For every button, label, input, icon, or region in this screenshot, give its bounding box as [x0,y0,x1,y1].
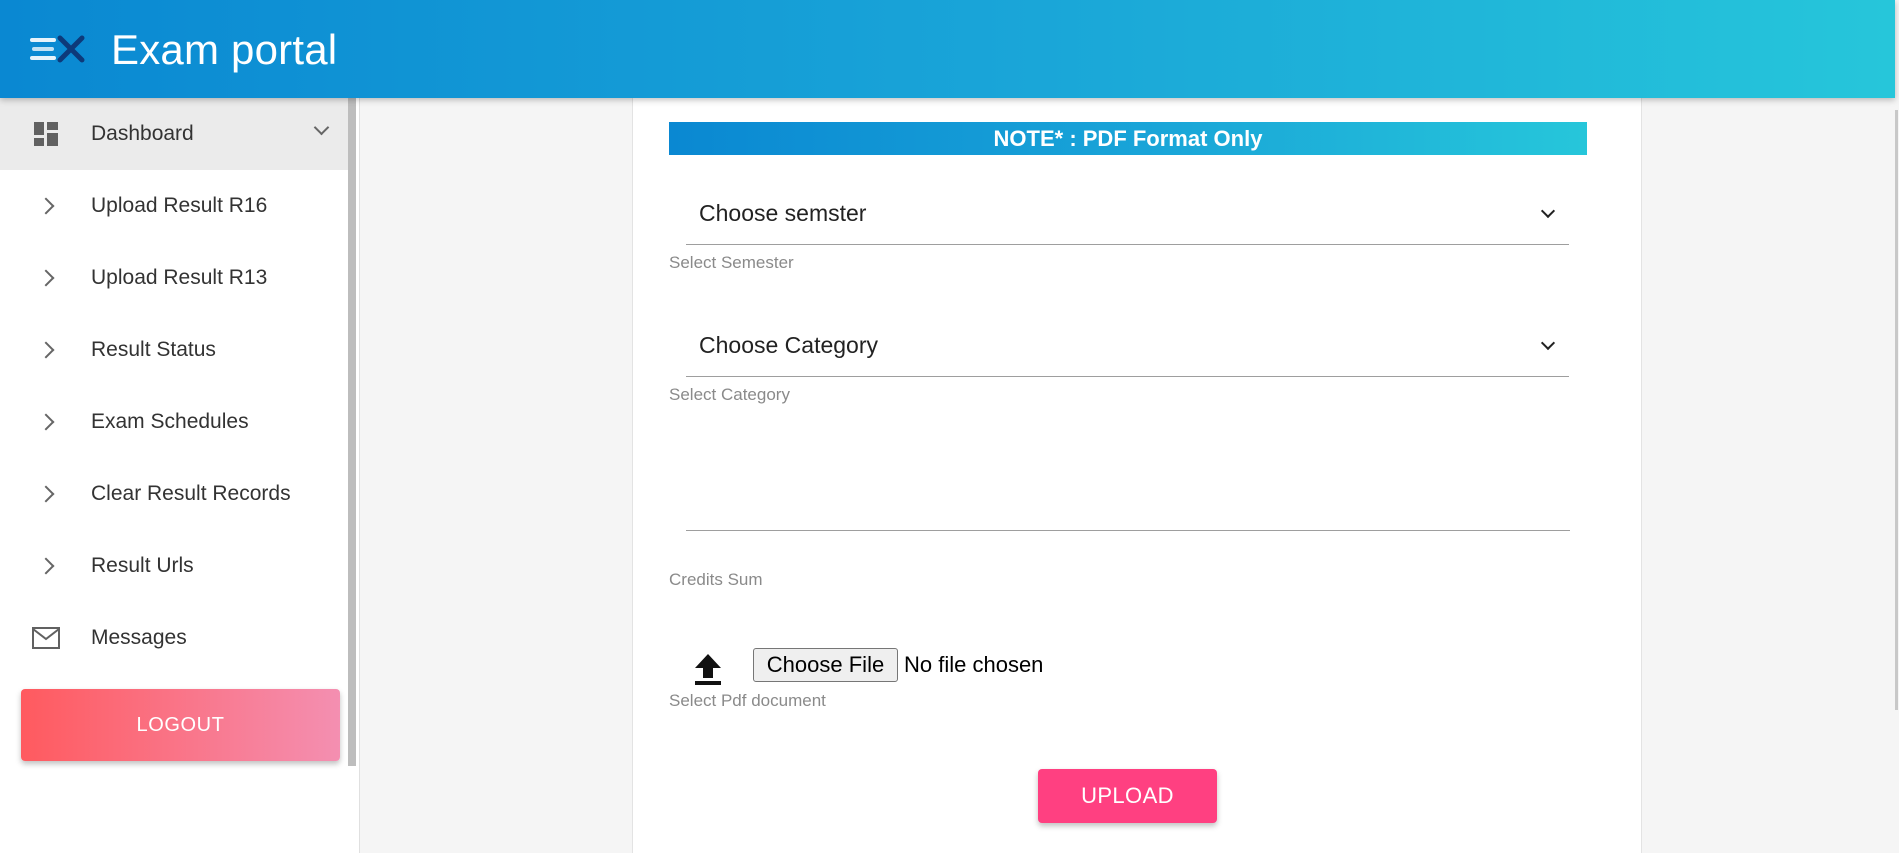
credits-helper-text: Credits Sum [669,570,763,589]
chevron-down-icon [313,119,330,136]
chevron-down-icon [1540,335,1556,351]
sidebar-item-result-status[interactable]: Result Status [0,314,348,386]
chevron-right-icon [37,341,55,359]
sidebar-item-label: Result Status [91,338,216,361]
sidebar-item-clear-result-records[interactable]: Clear Result Records [0,458,348,530]
sidebar-item-label: Upload Result R13 [91,266,268,289]
sidebar-item-label: Exam Schedules [91,410,249,433]
chevron-right-icon [37,557,55,575]
sidebar-item-exam-schedules[interactable]: Exam Schedules [0,386,348,458]
sidebar-item-label: Clear Result Records [91,482,291,505]
sidebar-item-label: Dashboard [91,122,194,145]
page-scrollbar[interactable] [1895,110,1898,710]
category-select[interactable]: Choose Category [686,315,1569,377]
category-select-value: Choose Category [699,332,878,358]
sidebar-item-upload-result-r13[interactable]: Upload Result R13 [0,242,348,314]
choose-file-button[interactable]: Choose File [753,648,898,682]
upload-button[interactable]: UPLOAD [1038,769,1217,823]
upload-icon [695,654,721,685]
sidebar-item-result-urls[interactable]: Result Urls [0,530,348,602]
sidebar-item-label: Result Urls [91,554,194,577]
semester-select[interactable]: Choose semster [686,183,1569,245]
ex-logo-icon [30,35,85,63]
sidebar-item-upload-result-r16[interactable]: Upload Result R16 [0,170,348,242]
logout-button[interactable]: LOGOUT [21,689,340,761]
pdf-format-note: NOTE* : PDF Format Only [669,122,1587,155]
semester-helper-text: Select Semester [669,253,794,272]
chevron-right-icon [37,269,55,287]
category-helper-text: Select Category [669,385,790,404]
sidebar-item-label: Upload Result R16 [91,194,268,217]
mail-icon [32,624,60,652]
chevron-down-icon [1540,203,1556,219]
dashboard-icon [32,120,60,148]
chevron-right-icon [37,413,55,431]
sidebar-item-label: Messages [91,626,187,649]
sidebar-item-dashboard[interactable]: Dashboard [0,98,348,170]
sidebar-item-messages[interactable]: Messages [0,602,348,674]
file-status-text: No file chosen [904,652,1044,677]
sidebar-scrollbar[interactable] [348,98,356,766]
app-title: Exam portal [111,26,338,73]
file-helper-text: Select Pdf document [669,691,826,710]
semester-select-value: Choose semster [699,200,867,226]
chevron-right-icon [37,485,55,503]
chevron-right-icon [37,197,55,215]
credits-sum-field[interactable] [686,530,1570,531]
app-header: Exam portal [0,0,1895,98]
